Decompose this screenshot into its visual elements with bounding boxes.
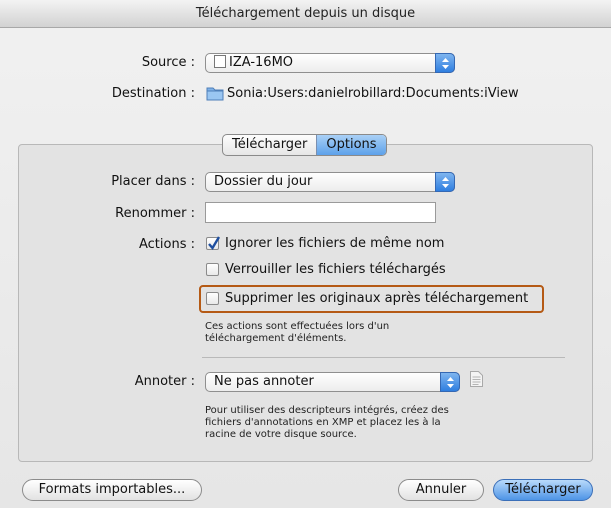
ignore-duplicates-checkbox[interactable]	[206, 236, 221, 251]
actions-label: Actions :	[139, 237, 195, 252]
place-value: Dossier du jour	[214, 174, 313, 189]
annotation-file-icon[interactable]	[470, 371, 483, 387]
tab-bar: Télécharger Options	[222, 134, 387, 156]
tab-download[interactable]: Télécharger	[223, 135, 316, 155]
delete-originals-label[interactable]: Supprimer les originaux après télécharge…	[225, 291, 528, 306]
drive-icon	[214, 55, 226, 68]
lock-files-checkbox[interactable]	[206, 263, 219, 276]
ignore-duplicates-label[interactable]: Ignorer les fichiers de même nom	[225, 236, 444, 251]
download-button[interactable]: Télécharger	[493, 479, 593, 501]
rename-field[interactable]	[205, 202, 436, 223]
source-popup[interactable]: IZA-16MO	[205, 53, 455, 73]
source-label: Source :	[141, 55, 195, 70]
formats-button[interactable]: Formats importables...	[22, 479, 202, 501]
checkmark-icon	[208, 236, 221, 251]
source-value: IZA-16MO	[229, 55, 294, 70]
lock-files-label[interactable]: Verrouiller les fichiers téléchargés	[225, 262, 446, 277]
destination-label: Destination :	[111, 86, 195, 101]
annotate-label: Annoter :	[134, 374, 195, 389]
place-popup[interactable]: Dossier du jour	[205, 172, 455, 192]
delete-originals-checkbox[interactable]	[206, 292, 219, 305]
destination-path[interactable]: Sonia:Users:danielrobillard:Documents:iV…	[227, 86, 519, 101]
popup-arrows-icon	[440, 372, 460, 392]
actions-note: Ces actions sont effectuées lors d'un té…	[205, 321, 390, 344]
window-title: Téléchargement depuis un disque	[0, 0, 611, 28]
annotate-note: Pour utiliser des descripteurs intégrés,…	[205, 405, 449, 440]
cancel-button[interactable]: Annuler	[398, 479, 484, 501]
place-label: Placer dans :	[111, 174, 195, 189]
download-dialog: Téléchargement depuis un disque Source :…	[0, 0, 611, 508]
separator	[202, 357, 565, 358]
annotate-value: Ne pas annoter	[214, 374, 314, 389]
popup-arrows-icon	[435, 53, 455, 73]
popup-arrows-icon	[435, 172, 455, 192]
annotate-popup[interactable]: Ne pas annoter	[205, 372, 460, 392]
tab-options[interactable]: Options	[316, 135, 386, 155]
rename-label: Renommer :	[115, 206, 195, 221]
folder-icon	[206, 87, 224, 101]
